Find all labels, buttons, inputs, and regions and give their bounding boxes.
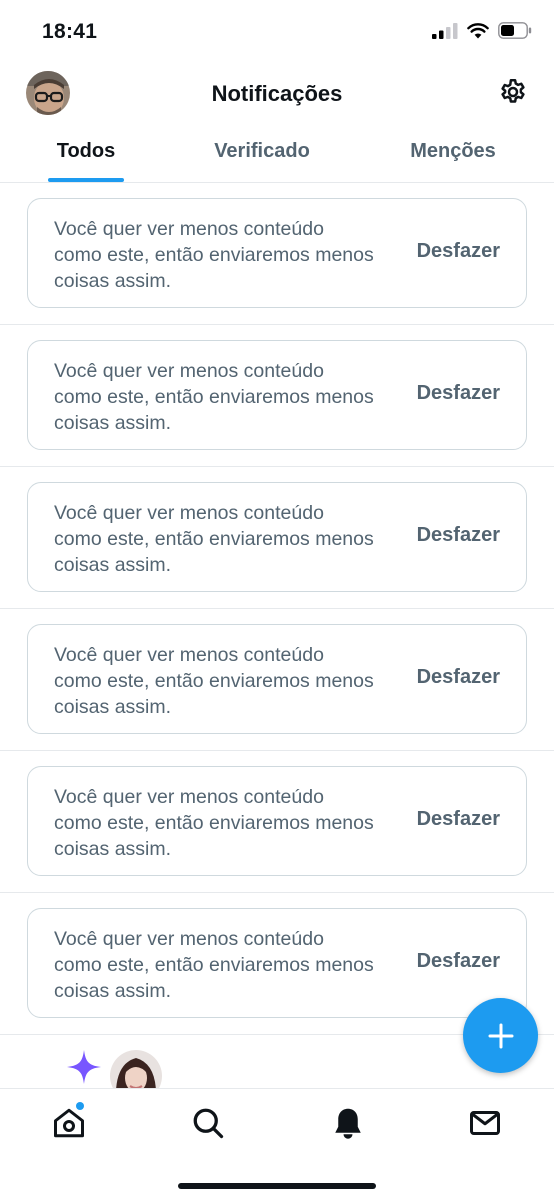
header: Notificações: [0, 62, 554, 126]
bell-icon: [335, 1108, 361, 1139]
list-item: Você quer ver menos conteúdo como este, …: [0, 325, 554, 467]
tab-verificado[interactable]: Verificado: [196, 140, 328, 163]
feedback-message: Você quer ver menos conteúdo como este, …: [54, 360, 374, 434]
list-item: Você quer ver menos conteúdo como este, …: [0, 183, 554, 325]
undo-button[interactable]: Desfazer: [417, 666, 500, 689]
notification-tabs: Todos Verificado Menções: [0, 126, 554, 183]
settings-button[interactable]: [498, 77, 528, 107]
feedback-message: Você quer ver menos conteúdo como este, …: [54, 928, 374, 1002]
nav-search[interactable]: [190, 1105, 226, 1141]
active-tab-indicator: [48, 178, 124, 182]
undo-button[interactable]: Desfazer: [417, 382, 500, 405]
sparkle-icon: [67, 1050, 101, 1084]
list-item: Você quer ver menos conteúdo como este, …: [0, 609, 554, 751]
undo-button[interactable]: Desfazer: [417, 808, 500, 831]
cellular-signal-icon: [432, 22, 458, 39]
nav-messages[interactable]: [467, 1105, 503, 1141]
home-indicator: [178, 1183, 376, 1189]
tab-mencoes[interactable]: Menções: [394, 140, 512, 163]
feedback-card: Você quer ver menos conteúdo como este, …: [27, 624, 527, 734]
undo-button[interactable]: Desfazer: [417, 240, 500, 263]
page-title: Notificações: [211, 81, 343, 106]
status-icons: [432, 22, 532, 39]
home-badge: [76, 1102, 84, 1110]
mail-icon: [470, 1111, 500, 1135]
feedback-message: Você quer ver menos conteúdo como este, …: [54, 502, 374, 576]
gear-icon: [501, 79, 525, 103]
status-bar: 18:41: [0, 0, 554, 62]
compose-button[interactable]: [463, 998, 538, 1073]
feedback-card: Você quer ver menos conteúdo como este, …: [27, 482, 527, 592]
feedback-message: Você quer ver menos conteúdo como este, …: [54, 786, 374, 860]
undo-button[interactable]: Desfazer: [417, 524, 500, 547]
feedback-card: Você quer ver menos conteúdo como este, …: [27, 340, 527, 450]
status-time: 18:41: [42, 20, 98, 43]
list-item: Você quer ver menos conteúdo como este, …: [0, 467, 554, 609]
nav-notifications[interactable]: [330, 1105, 366, 1141]
list-item: Você quer ver menos conteúdo como este, …: [0, 751, 554, 893]
wifi-icon: [467, 22, 489, 38]
feedback-card: Você quer ver menos conteúdo como este, …: [27, 198, 527, 308]
battery-icon: [498, 22, 532, 39]
undo-button[interactable]: Desfazer: [417, 950, 500, 973]
feedback-card: Você quer ver menos conteúdo como este, …: [27, 766, 527, 876]
avatar[interactable]: [110, 1050, 162, 1088]
user-avatar-icon: [110, 1050, 162, 1088]
plus-icon: [488, 1023, 513, 1048]
nav-home[interactable]: [51, 1105, 87, 1141]
feedback-message: Você quer ver menos conteúdo como este, …: [54, 644, 374, 718]
home-icon: [54, 1108, 84, 1138]
bottom-nav: [0, 1088, 554, 1200]
notification-list: Você quer ver menos conteúdo como este, …: [0, 183, 554, 1035]
feedback-card: Você quer ver menos conteúdo como este, …: [27, 908, 527, 1018]
search-icon: [193, 1108, 224, 1139]
tab-todos[interactable]: Todos: [48, 140, 124, 163]
feedback-message: Você quer ver menos conteúdo como este, …: [54, 218, 374, 292]
